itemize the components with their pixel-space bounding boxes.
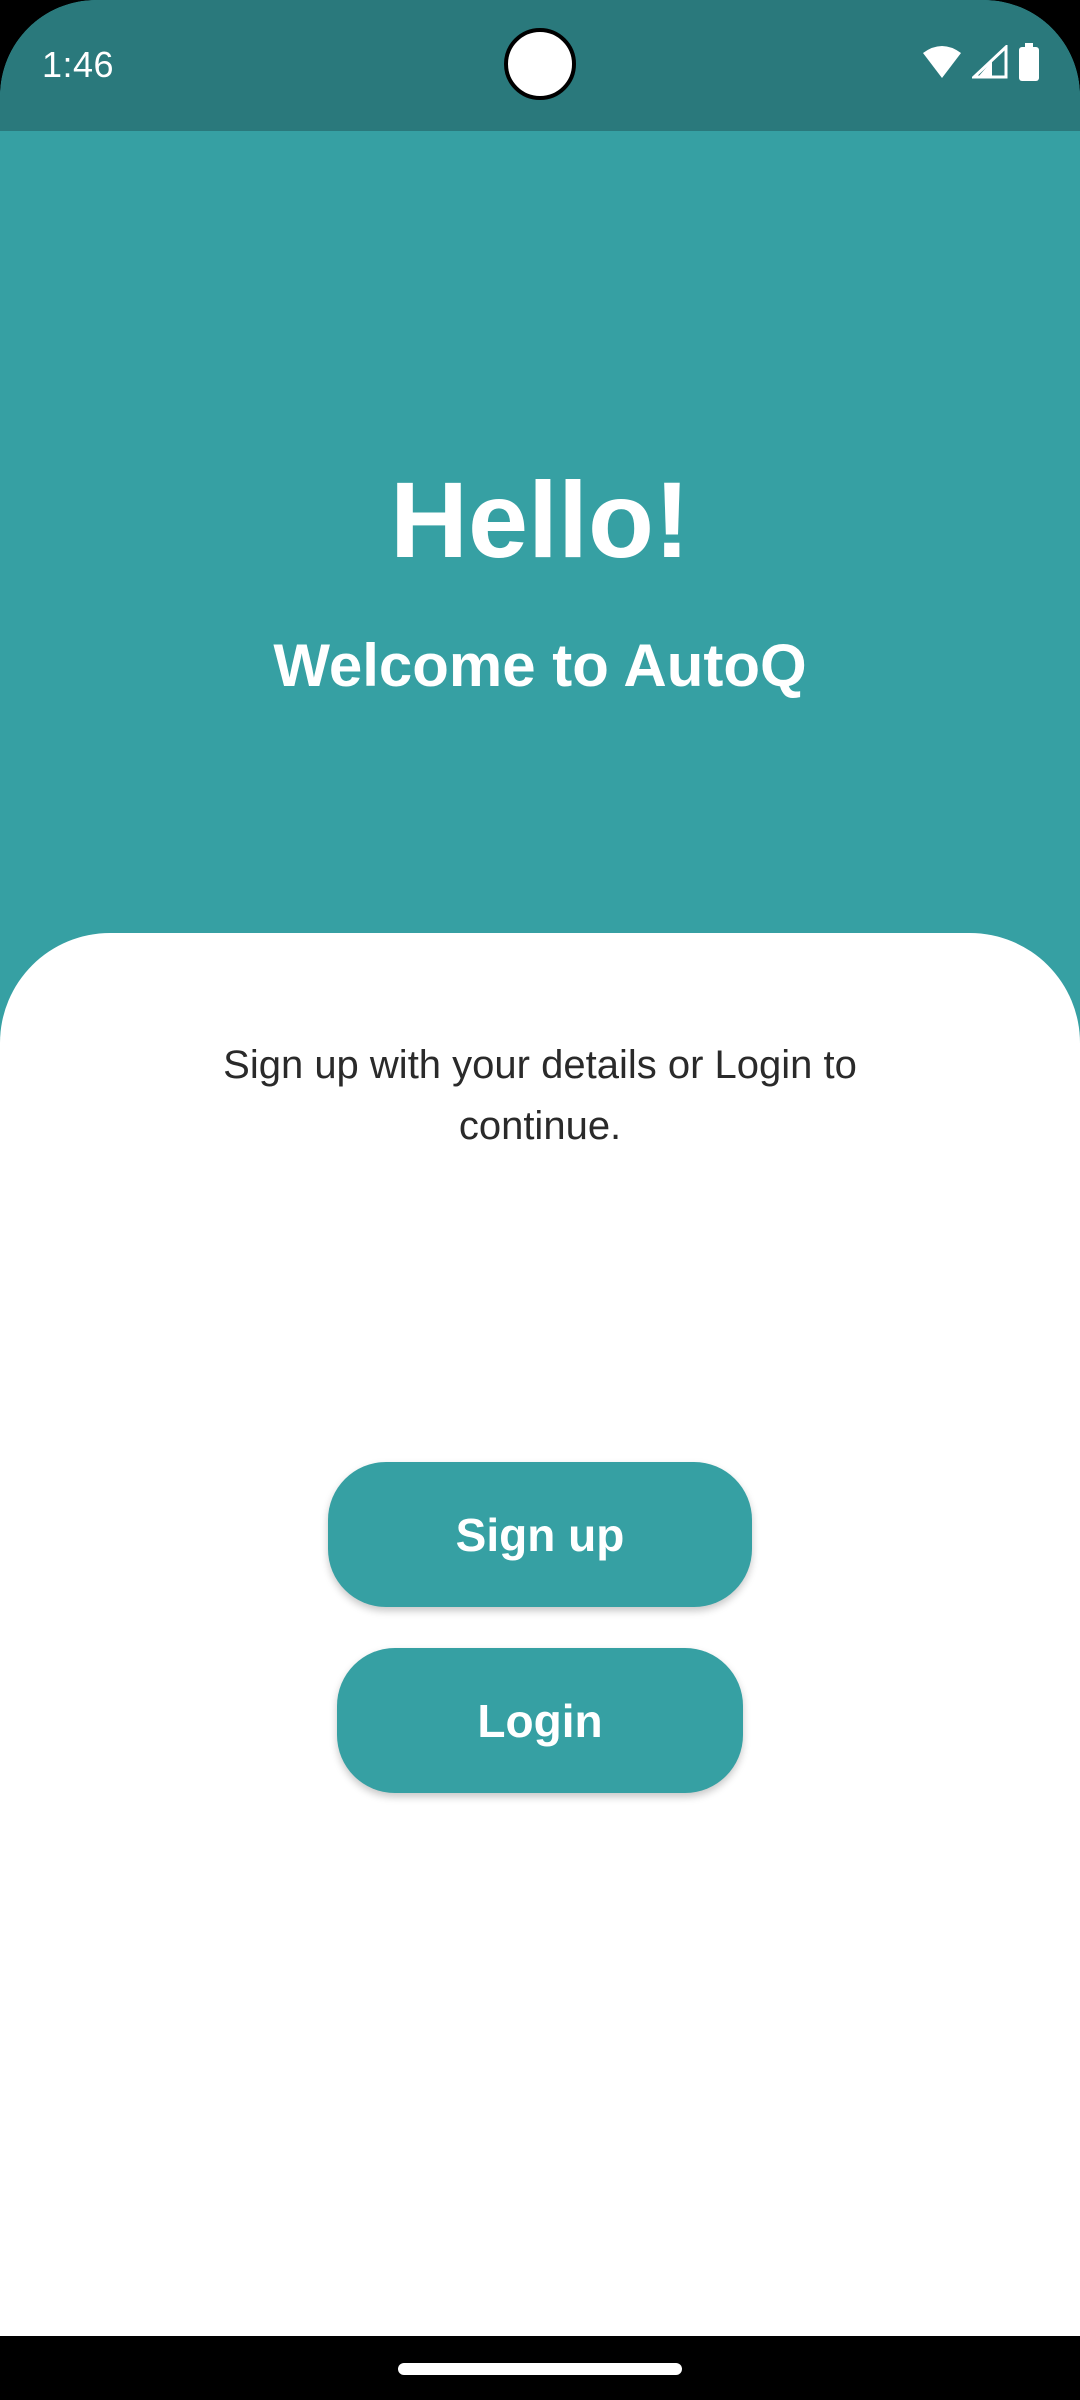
cell-signal-icon [970,43,1008,84]
bottom-sheet: Sign up with your details or Login to co… [0,933,1080,2336]
login-button[interactable]: Login [337,1648,743,1793]
signup-button[interactable]: Sign up [328,1462,752,1607]
home-indicator[interactable] [398,2363,682,2375]
battery-icon [1018,42,1040,86]
front-camera-cutout [504,28,576,100]
status-bar: 1:46 [0,0,1080,131]
app-screen: 1:46 Hello! Welcome to AutoQ Sign up wit… [0,0,1080,2336]
status-icons [922,42,1040,86]
hero-subtitle: Welcome to AutoQ [273,632,807,699]
wifi-icon [922,45,962,84]
hero-title: Hello! [389,459,690,580]
status-time: 1:46 [42,44,115,85]
instruction-text: Sign up with your details or Login to co… [223,1043,857,1148]
device-frame: 1:46 Hello! Welcome to AutoQ Sign up wit… [0,0,1080,2400]
